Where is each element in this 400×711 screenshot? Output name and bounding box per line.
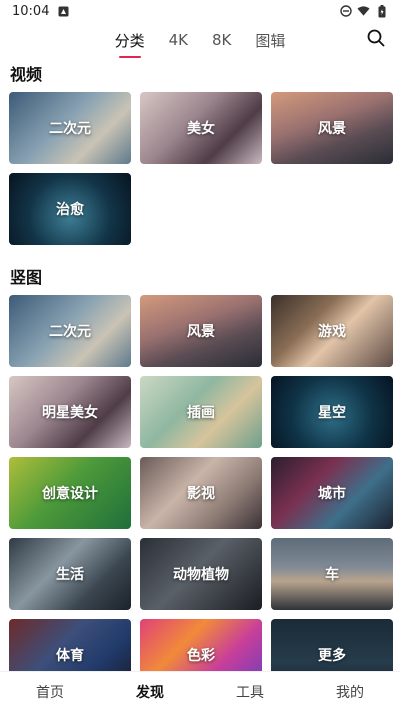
category-card-vertical[interactable]: 风景 [140, 295, 262, 367]
category-card-label: 二次元 [49, 324, 91, 340]
category-card-label: 色彩 [187, 648, 215, 664]
status-bar: 10:04 [0, 0, 400, 22]
tab-8k[interactable]: 8K [212, 27, 231, 53]
category-card-vertical[interactable]: 明星美女 [9, 376, 131, 448]
category-card-label: 影视 [187, 486, 215, 502]
video-grid: 二次元 美女 风景治愈 [0, 90, 400, 245]
top-nav: 分类 4K 8K 图辑 [0, 22, 400, 58]
category-card-vertical[interactable]: 影视 [140, 457, 262, 529]
category-card-video[interactable]: 二次元 [9, 92, 131, 164]
category-card-vertical[interactable]: 体育 [9, 619, 131, 671]
bottom-nav: 首页 发现 工具 我的 [0, 671, 400, 711]
category-card-label: 插画 [187, 405, 215, 421]
nav-home[interactable]: 首页 [0, 682, 100, 702]
status-left: 10:04 [12, 4, 70, 19]
category-card-label: 风景 [187, 324, 215, 340]
category-card-video[interactable]: 美女 [140, 92, 262, 164]
notification-icon [57, 5, 70, 18]
category-card-vertical[interactable]: 创意设计 [9, 457, 131, 529]
top-tabs: 分类 4K 8K 图辑 [0, 22, 400, 58]
search-button[interactable] [364, 28, 388, 52]
category-card-vertical[interactable]: 生活 [9, 538, 131, 610]
tab-albums[interactable]: 图辑 [255, 26, 285, 55]
category-card-vertical[interactable]: 二次元 [9, 295, 131, 367]
category-card-label: 治愈 [56, 202, 84, 218]
category-card-vertical[interactable]: 动物植物 [140, 538, 262, 610]
battery-icon [375, 4, 388, 18]
category-card-video[interactable]: 风景 [271, 92, 393, 164]
vertical-grid: 二次元 风景 游戏明星美女 插画 星空创意设计 影视 城市生活 动物植物 车体育 色彩 更多 [0, 293, 400, 671]
category-card-label: 美女 [187, 121, 215, 137]
nav-tools[interactable]: 工具 [200, 682, 300, 702]
nav-me[interactable]: 我的 [300, 682, 400, 702]
status-right [339, 4, 388, 18]
nav-discover[interactable]: 发现 [100, 682, 200, 702]
category-card-label: 星空 [318, 405, 346, 421]
category-card-label: 更多 [318, 648, 346, 664]
main-content[interactable]: 视频 二次元 美女 风景 治愈 竖图 二次元 风景 游戏 明星美女 插画 星空 创意设计 影视 城市生… [0, 58, 400, 671]
category-card-label: 生活 [56, 567, 84, 583]
category-card-vertical[interactable]: 车 [271, 538, 393, 610]
category-card-label: 城市 [318, 486, 346, 502]
category-card-vertical[interactable]: 色彩 [140, 619, 262, 671]
wifi-icon [357, 5, 370, 18]
category-card-vertical[interactable]: 城市 [271, 457, 393, 529]
section-title-vertical: 竖图 [10, 268, 43, 287]
category-card-label: 游戏 [318, 324, 346, 340]
category-card-label: 创意设计 [42, 486, 98, 502]
category-card-vertical[interactable]: 插画 [140, 376, 262, 448]
section-title-video: 视频 [10, 65, 43, 84]
category-card-label: 车 [325, 567, 339, 583]
category-card-video[interactable]: 治愈 [9, 173, 131, 245]
status-time: 10:04 [12, 3, 50, 19]
category-card-vertical[interactable]: 星空 [271, 376, 393, 448]
tab-category[interactable]: 分类 [115, 26, 145, 55]
search-icon [367, 29, 385, 51]
category-card-label: 体育 [56, 648, 84, 664]
category-card-label: 动物植物 [173, 567, 229, 583]
category-card-vertical[interactable]: 游戏 [271, 295, 393, 367]
tab-4k[interactable]: 4K [169, 27, 188, 53]
category-card-label: 风景 [318, 121, 346, 137]
category-card-label: 二次元 [49, 121, 91, 137]
do-not-disturb-icon [339, 5, 352, 18]
category-card-label: 明星美女 [42, 405, 98, 421]
category-card-vertical[interactable]: 更多 [271, 619, 393, 671]
